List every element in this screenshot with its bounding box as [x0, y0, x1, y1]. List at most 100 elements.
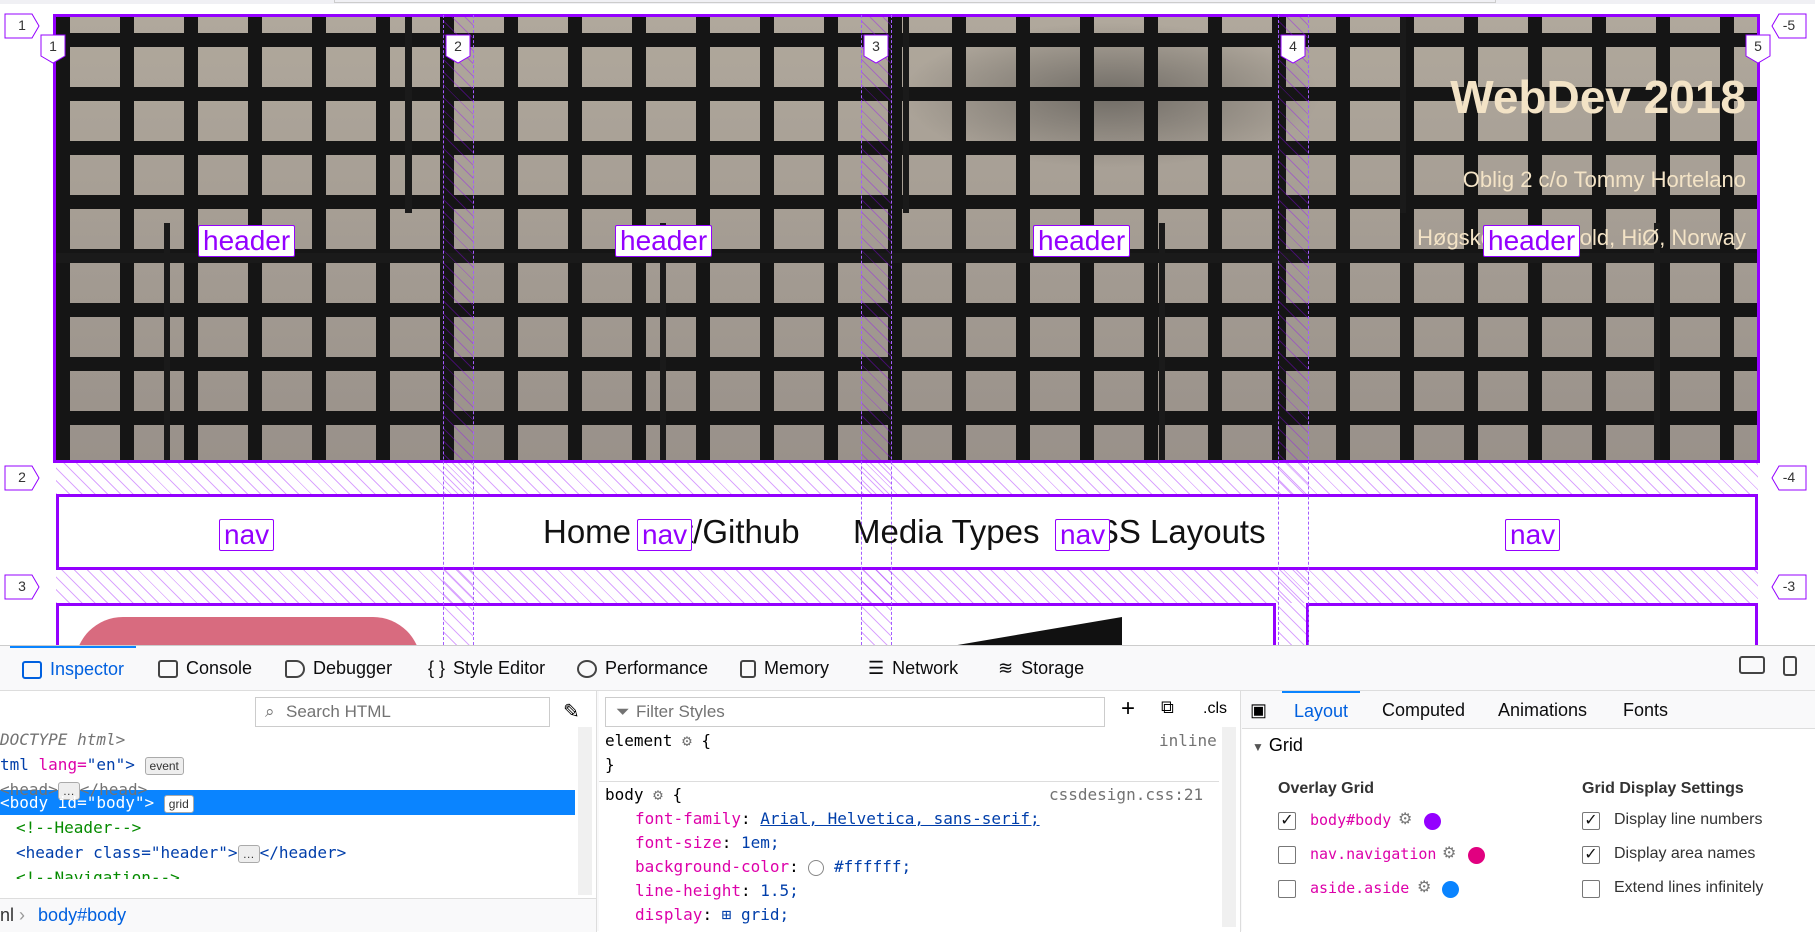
tab-inspector[interactable]: Inspector	[10, 646, 137, 691]
grid-toggle-icon[interactable]: ⊞	[722, 905, 732, 924]
area-label-header: header	[1033, 225, 1131, 257]
event-badge[interactable]: event	[144, 756, 184, 775]
tab-debugger[interactable]: Debugger	[285, 646, 392, 691]
overlay-label-nav: nav.navigation	[1310, 845, 1437, 863]
page-viewport: WebDev 2018 Oblig 2 c/o Tommy Hortelano …	[0, 0, 1815, 645]
print-simulation-icon[interactable]: ⧉	[1161, 697, 1174, 718]
highlight-icon[interactable]: ⚙	[1398, 809, 1412, 829]
cls-toggle[interactable]: .cls	[1203, 700, 1227, 718]
overlay-checkbox-aside[interactable]	[1278, 880, 1296, 898]
grid-section-header[interactable]: ▼ Grid	[1252, 735, 1303, 756]
grid-line-number: 1	[4, 13, 40, 39]
tab-computed[interactable]: Computed	[1382, 691, 1465, 729]
console-icon	[158, 659, 178, 678]
eyedropper-icon[interactable]: ✎	[563, 699, 580, 724]
overlay-label-aside: aside.aside	[1310, 879, 1410, 897]
overlay-color-swatch[interactable]	[1442, 881, 1459, 898]
markup-line[interactable]: tml lang="en"> event	[0, 752, 184, 777]
declaration[interactable]: font-size: 1em;	[635, 831, 780, 855]
grid-cell-aside	[1306, 603, 1758, 645]
breadcrumb-body[interactable]: body#body	[38, 905, 126, 925]
grid-line-number: 5	[1745, 34, 1771, 64]
filter-icon: ⏷	[616, 702, 630, 721]
rule-source-link[interactable]: cssdesign.css:21	[1049, 783, 1203, 807]
inspector-icon	[22, 660, 42, 679]
setting-label: Display area names	[1614, 845, 1756, 862]
overlay-color-swatch[interactable]	[1424, 813, 1441, 830]
address-strip	[0, 0, 1815, 4]
overlay-grid-title: Overlay Grid	[1278, 780, 1375, 797]
rule-body[interactable]: body ⚙ {	[605, 783, 682, 807]
memory-icon	[740, 659, 756, 678]
dock-layout-icon[interactable]	[1739, 656, 1765, 674]
tab-layout[interactable]: Layout	[1282, 691, 1361, 729]
filter-styles-input[interactable]: ⏷ Filter Styles	[605, 697, 1105, 727]
grid-line-number: 1	[40, 34, 66, 64]
site-school: Høgskolen i Østfold, HiØ, Norway	[1417, 225, 1746, 250]
tab-animations[interactable]: Animations	[1498, 691, 1587, 729]
markup-view: ⌕ Search HTML ✎ DOCTYPE html> tml lang="e…	[0, 691, 597, 932]
grid-line	[1278, 15, 1279, 645]
rules-view: ⏷ Filter Styles + ⧉ .cls element ⚙ { inli…	[599, 691, 1241, 932]
declaration[interactable]: background-color: #ffffff;	[635, 855, 911, 879]
area-label-nav: nav	[637, 519, 693, 551]
grid-line-number: -4	[1771, 465, 1807, 491]
markup-line[interactable]: <header class="header">… </header>	[16, 840, 346, 865]
network-icon: ☰	[868, 658, 885, 678]
declaration[interactable]: display: ⊞ grid;	[635, 903, 789, 927]
markup-scrollbar[interactable]	[578, 727, 592, 895]
breadcrumb: nl › body#body	[0, 898, 596, 932]
tab-fonts[interactable]: Fonts	[1623, 691, 1668, 729]
grid-line-number: 2	[445, 34, 471, 64]
rule-close: }	[605, 755, 615, 774]
nav-link-media[interactable]: Media Types	[853, 513, 1040, 551]
color-swatch[interactable]	[808, 859, 825, 876]
area-label-header: header	[1483, 225, 1581, 257]
tab-performance[interactable]: Performance	[577, 646, 708, 691]
grid-line-number: 3	[4, 574, 40, 600]
grid-settings-title: Grid Display Settings	[1582, 780, 1744, 797]
overlay-checkbox-nav[interactable]	[1278, 846, 1296, 864]
grid-badge[interactable]: grid	[163, 794, 194, 813]
site-title: WebDev 2018	[1450, 71, 1746, 123]
tab-memory[interactable]: Memory	[740, 646, 829, 691]
highlight-icon[interactable]: ⚙	[1417, 877, 1431, 897]
braces-icon: { }	[428, 658, 446, 678]
search-icon: ⌕	[265, 702, 275, 721]
responsive-design-icon[interactable]	[1783, 656, 1797, 676]
tab-storage[interactable]: ≋ Storage	[998, 646, 1084, 691]
tab-style-editor[interactable]: { } Style Editor	[428, 646, 545, 691]
setting-checkbox-line-numbers[interactable]: ✓	[1582, 812, 1600, 830]
markup-line[interactable]: <!--Header-->	[16, 815, 141, 840]
overlay-color-swatch[interactable]	[1468, 847, 1485, 864]
grid-line	[443, 15, 444, 645]
add-rule-icon[interactable]: +	[1121, 695, 1135, 723]
collapse-icon: ▼	[1252, 740, 1264, 754]
markup-line[interactable]: <!--Navigation-->	[16, 865, 180, 879]
search-html-input[interactable]: ⌕ Search HTML	[255, 697, 550, 727]
tab-console[interactable]: Console	[158, 646, 252, 691]
markup-line-selected[interactable]: <body id="body"> grid	[0, 790, 194, 815]
highlight-icon[interactable]: ⚙	[1442, 843, 1456, 863]
sidebar-toggle-icon[interactable]: ▣	[1250, 700, 1267, 721]
area-label-nav: nav	[1505, 519, 1561, 551]
declaration[interactable]: line-height: 1.5;	[635, 879, 799, 903]
grid-line	[1308, 15, 1309, 645]
area-label-nav: nav	[219, 519, 275, 551]
collapsed-badge[interactable]: …	[237, 844, 260, 863]
site-subtitle: Oblig 2 c/o Tommy Hortelano	[1462, 167, 1746, 192]
setting-label: Extend lines infinitely	[1614, 879, 1764, 896]
overlay-checkbox-body[interactable]: ✓	[1278, 812, 1296, 830]
devtools-toolbar: Inspector Console Debugger { } Style Edit…	[0, 646, 1815, 691]
grid-gap-row-1	[56, 463, 1758, 494]
grid-line-number: 4	[1280, 34, 1306, 64]
tab-network[interactable]: ☰ Network	[868, 646, 958, 691]
setting-checkbox-extend-lines[interactable]	[1582, 880, 1600, 898]
setting-label: Display line numbers	[1614, 811, 1763, 828]
rule-element[interactable]: element ⚙ {	[605, 729, 711, 753]
rules-scrollbar[interactable]	[1222, 727, 1236, 927]
declaration[interactable]: font-family: Arial, Helvetica, sans-seri…	[635, 807, 1040, 831]
setting-checkbox-area-names[interactable]: ✓	[1582, 846, 1600, 864]
nav-link-home[interactable]: Home	[543, 513, 631, 551]
markup-line[interactable]: DOCTYPE html>	[0, 727, 125, 752]
